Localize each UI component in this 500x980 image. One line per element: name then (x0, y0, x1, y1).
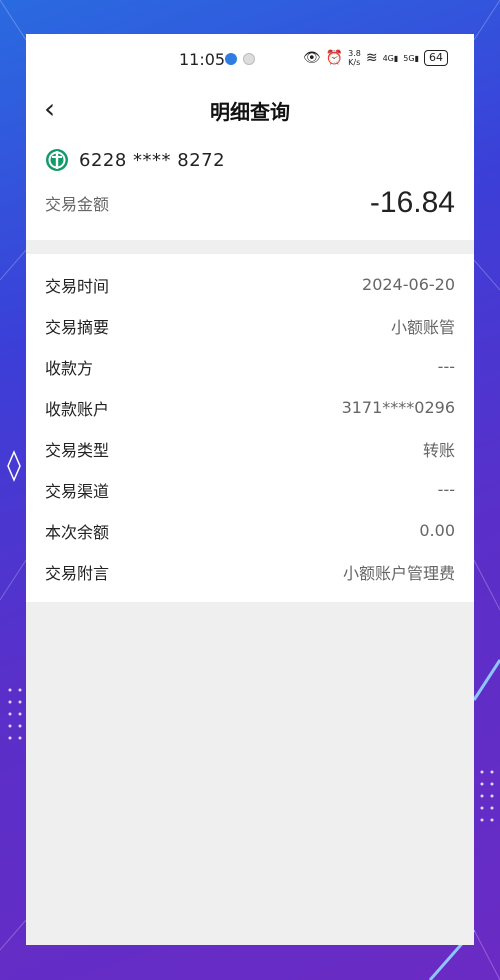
abc-bank-logo-icon (46, 149, 68, 171)
alarm-icon: ⏰ (325, 50, 344, 66)
detail-label: 交易类型 (45, 440, 110, 460)
signal-4g: 4G▮ (382, 53, 399, 63)
detail-label: 收款账户 (45, 399, 110, 419)
detail-label: 收款方 (45, 358, 94, 378)
detail-label: 交易附言 (45, 563, 110, 583)
account-number: 6228 **** 8272 (79, 149, 226, 171)
detail-value: 小额账管 (390, 317, 455, 337)
wifi-icon: ≋ (365, 50, 378, 66)
page-title: 明细查询 (210, 100, 290, 124)
notification-app-icon (225, 53, 237, 65)
notification-app-icon-2 (243, 53, 255, 65)
nav-bar: ‹ 明细查询 (26, 86, 474, 132)
detail-label: 本次余额 (45, 522, 110, 542)
detail-row: 收款方 --- (45, 346, 455, 387)
detail-row: 本次余额 0.00 (45, 510, 455, 551)
detail-value: --- (437, 480, 455, 499)
phone-screen: 11:05 👁 ⏰ 3.8 K/s ≋ 4G▮ 5G▮ 64 ‹ 明细查询 62… (26, 34, 474, 945)
detail-label: 交易渠道 (45, 481, 110, 501)
detail-row: 交易渠道 --- (45, 469, 455, 510)
detail-label: 交易摘要 (45, 317, 110, 337)
account-summary: 6228 **** 8272 交易金额 -16.84 (26, 132, 474, 240)
detail-row: 收款账户 3171****0296 (45, 387, 455, 428)
amount-row: 交易金额 -16.84 (45, 186, 455, 220)
detail-value: --- (437, 357, 455, 376)
signal-5g: 5G▮ (403, 53, 419, 63)
status-time: 11:05 (179, 50, 226, 69)
detail-value: 2024-06-20 (362, 275, 455, 294)
detail-value: 小额账户管理费 (342, 563, 455, 583)
amount-label: 交易金额 (45, 195, 110, 214)
detail-value: 0.00 (419, 521, 455, 540)
detail-row: 交易时间 2024-06-20 (45, 264, 455, 305)
detail-row: 交易摘要 小额账管 (45, 305, 455, 346)
battery-icon: 64 (424, 50, 448, 66)
amount-value: -16.84 (369, 186, 455, 219)
detail-row: 交易附言 小额账户管理费 (45, 551, 455, 592)
detail-value: 3171****0296 (341, 398, 455, 417)
detail-label: 交易时间 (45, 276, 110, 296)
detail-list: 交易时间 2024-06-20 交易摘要 小额账管 收款方 --- 收款账户 3… (26, 254, 474, 602)
eye-icon: 👁 (302, 50, 321, 66)
network-speed: 3.8 K/s (348, 49, 361, 67)
detail-value: 转账 (422, 440, 455, 460)
status-bar: 11:05 👁 ⏰ 3.8 K/s ≋ 4G▮ 5G▮ 64 (26, 34, 474, 86)
account-row: 6228 **** 8272 (45, 146, 455, 174)
detail-row: 交易类型 转账 (45, 428, 455, 469)
section-divider (26, 240, 474, 254)
status-icons: 👁 ⏰ 3.8 K/s ≋ 4G▮ 5G▮ 64 (303, 49, 448, 67)
